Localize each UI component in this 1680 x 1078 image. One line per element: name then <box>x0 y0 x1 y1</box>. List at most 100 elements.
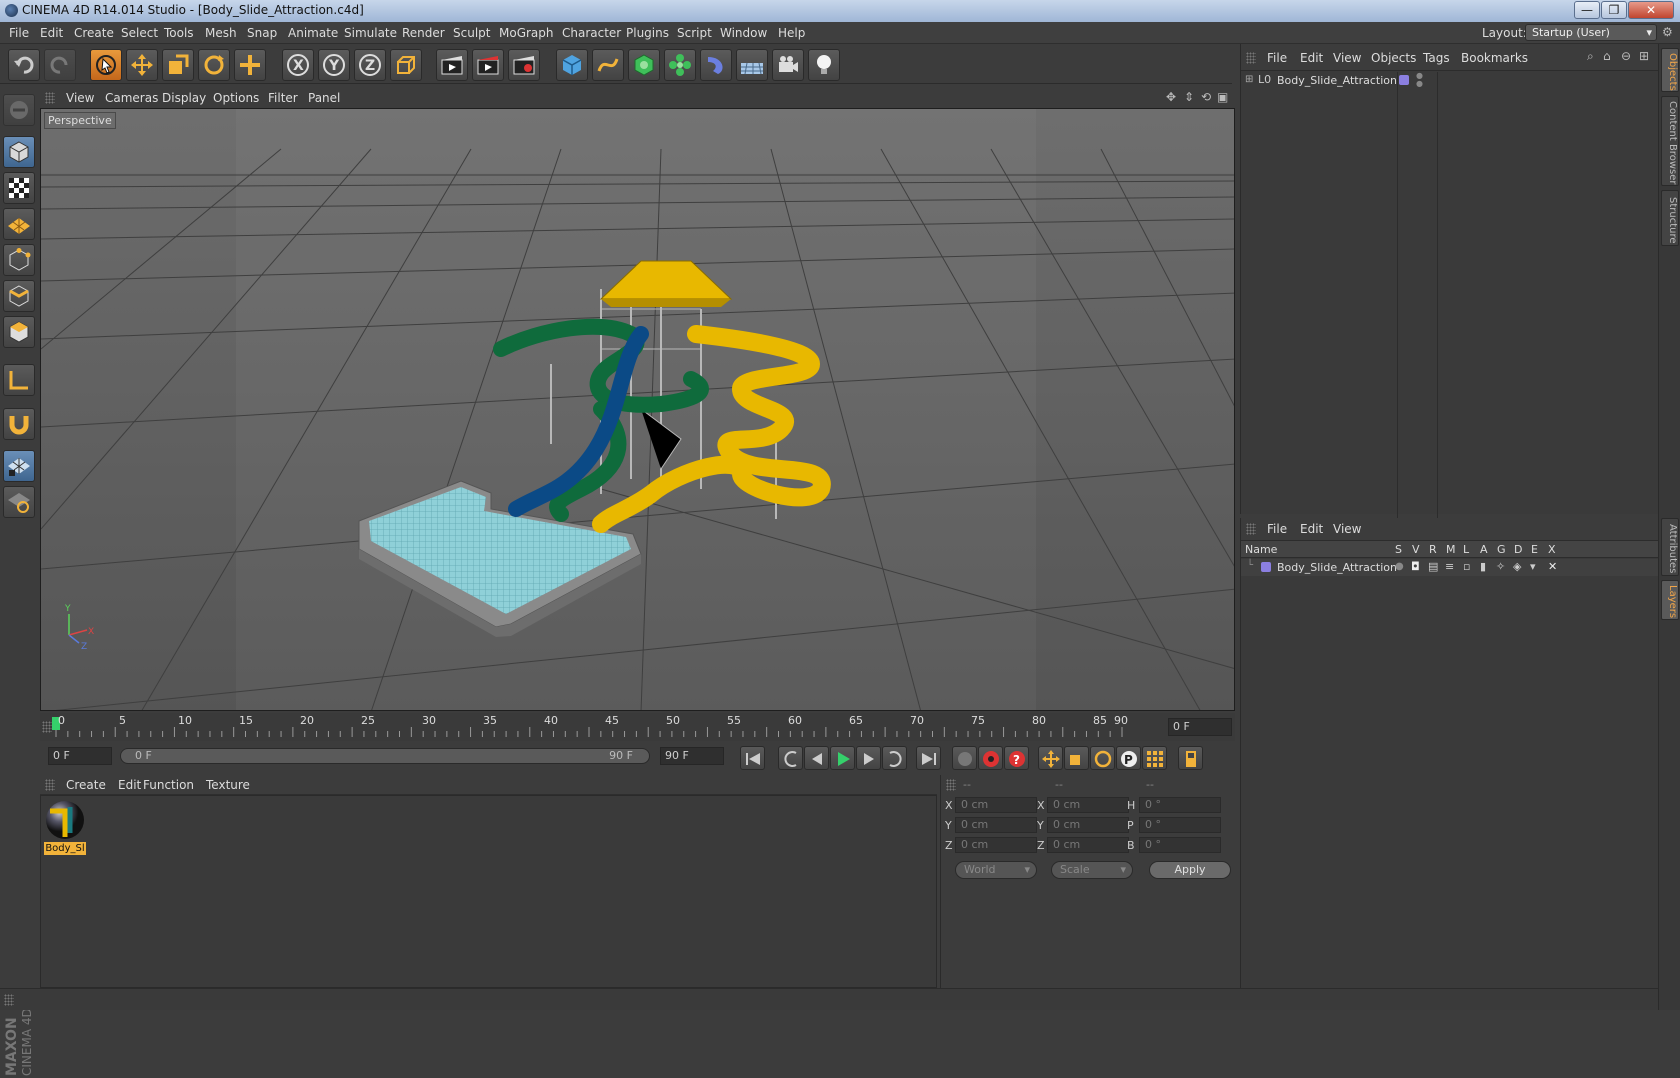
rot-b-field[interactable]: 0 ° <box>1139 837 1221 853</box>
make-editable-button[interactable] <box>3 94 35 126</box>
tab-objects[interactable]: Objects <box>1661 48 1679 92</box>
col-solo[interactable]: S <box>1395 543 1402 556</box>
timeline-window-button[interactable] <box>1178 746 1203 770</box>
col-name[interactable]: Name <box>1245 543 1277 556</box>
previous-frame-button[interactable] <box>804 746 829 770</box>
spline-pen-button[interactable] <box>592 49 624 81</box>
expression-toggle-icon[interactable]: ▾ <box>1530 560 1536 573</box>
col-expressions[interactable]: E <box>1531 543 1538 556</box>
next-frame-button[interactable] <box>856 746 881 770</box>
object-menu-view[interactable]: View <box>1333 51 1361 65</box>
object-menu-edit[interactable]: Edit <box>1300 51 1323 65</box>
material-item[interactable]: Body_Sl <box>44 799 86 857</box>
soft-selection-button[interactable] <box>3 486 35 518</box>
menu-file[interactable]: File <box>9 26 29 40</box>
col-render[interactable]: R <box>1429 543 1437 556</box>
menu-sculpt[interactable]: Sculpt <box>453 26 490 40</box>
scale-tool-button[interactable] <box>162 49 194 81</box>
layout-settings-icon[interactable]: ⚙ <box>1662 25 1673 39</box>
y-axis-lock-button[interactable]: Y <box>318 49 350 81</box>
render-settings-button[interactable] <box>508 49 540 81</box>
light-button[interactable] <box>808 49 840 81</box>
end-frame-field[interactable]: 90 F <box>660 747 724 765</box>
add-object-tool-button[interactable] <box>234 49 266 81</box>
rot-h-field[interactable]: 0 ° <box>1139 797 1221 813</box>
panel-grip-icon[interactable] <box>45 779 55 791</box>
layout-dropdown[interactable]: Startup (User) ▾ <box>1525 24 1657 41</box>
link-icon[interactable]: ⊖ <box>1621 49 1631 63</box>
panel-grip-icon[interactable] <box>1246 52 1256 64</box>
key-rotation-button[interactable] <box>1090 746 1115 770</box>
rot-p-field[interactable]: 0 ° <box>1139 817 1221 833</box>
generator-toggle-icon[interactable]: ✧ <box>1496 560 1505 573</box>
subdivision-surface-button[interactable] <box>628 49 660 81</box>
manager-toggle-icon[interactable]: ≡ <box>1445 560 1454 573</box>
floor-scene-button[interactable] <box>736 49 768 81</box>
material-menu-edit[interactable]: Edit <box>118 778 141 792</box>
material-menu-create[interactable]: Create <box>66 778 106 792</box>
viewport-menu-view[interactable]: View <box>66 91 94 105</box>
layer-row[interactable]: └ Body_Slide_Attraction ● ◘ ▤ ≡ ▫ ▮ ✧ ◈ … <box>1241 559 1659 576</box>
col-generators[interactable]: G <box>1497 543 1506 556</box>
tab-content-browser[interactable]: Content Browser <box>1661 96 1679 186</box>
new-window-icon[interactable]: ⊞ <box>1639 49 1649 63</box>
coordinate-system-button[interactable] <box>390 49 422 81</box>
rotate-tool-button[interactable] <box>198 49 230 81</box>
move-tool-button[interactable] <box>126 49 158 81</box>
animation-toggle-icon[interactable]: ▮ <box>1480 560 1486 573</box>
goto-next-key-button[interactable] <box>882 746 907 770</box>
col-view[interactable]: V <box>1412 543 1420 556</box>
object-menu-bookmarks[interactable]: Bookmarks <box>1461 51 1528 65</box>
object-row[interactable]: ⊞ L0 Body_Slide_Attraction ● ● <box>1241 72 1659 542</box>
edges-mode-button[interactable] <box>3 280 35 312</box>
camera-button[interactable] <box>772 49 804 81</box>
viewport-menu-options[interactable]: Options <box>213 91 259 105</box>
search-icon[interactable]: ⌕ <box>1587 49 1594 64</box>
visibility-dots-icon[interactable]: ● ● <box>1416 72 1423 88</box>
menu-window[interactable]: Window <box>720 26 767 40</box>
play-button[interactable] <box>830 746 855 770</box>
cloner-array-button[interactable] <box>664 49 696 81</box>
apply-button[interactable]: Apply <box>1149 861 1231 879</box>
col-locked[interactable]: L <box>1463 543 1469 556</box>
deformer-toggle-icon[interactable]: ◈ <box>1513 560 1521 573</box>
menu-help[interactable]: Help <box>778 26 805 40</box>
viewport-menu-cameras[interactable]: Cameras <box>105 91 158 105</box>
home-icon[interactable]: ⌂ <box>1603 49 1611 63</box>
record-keys-disabled-button[interactable] <box>952 746 977 770</box>
menu-snap[interactable]: Snap <box>247 26 277 40</box>
cube-object-button[interactable] <box>556 49 588 81</box>
solo-toggle-icon[interactable]: ● <box>1395 561 1404 572</box>
viewport-maximize-icon[interactable]: ▣ <box>1217 90 1228 104</box>
menu-edit[interactable]: Edit <box>40 26 63 40</box>
coordinate-mode-dropdown[interactable]: World ▾ <box>955 861 1037 879</box>
object-menu-file[interactable]: File <box>1267 51 1287 65</box>
frame-range-slider[interactable]: 0 F 90 F <box>120 748 650 764</box>
pos-y-field[interactable]: 0 cm <box>955 817 1037 833</box>
menu-mograph[interactable]: MoGraph <box>499 26 554 40</box>
keyframe-selection-button[interactable]: ? <box>1004 746 1029 770</box>
menu-simulate[interactable]: Simulate <box>344 26 397 40</box>
layer-color-swatch[interactable] <box>1399 75 1409 85</box>
viewport-zoom-icon[interactable]: ⇕ <box>1184 90 1194 104</box>
menu-animate[interactable]: Animate <box>288 26 338 40</box>
col-animation[interactable]: A <box>1480 543 1488 556</box>
menu-plugins[interactable]: Plugins <box>626 26 669 40</box>
minimize-button[interactable]: — <box>1574 1 1600 19</box>
maximize-button[interactable]: ❐ <box>1601 1 1627 19</box>
menu-select[interactable]: Select <box>121 26 158 40</box>
menu-script[interactable]: Script <box>677 26 712 40</box>
layer-menu-view[interactable]: View <box>1333 522 1361 536</box>
layer-color-swatch[interactable] <box>1261 562 1271 572</box>
menu-character[interactable]: Character <box>562 26 621 40</box>
render-view-button[interactable] <box>436 49 468 81</box>
viewport-menu-filter[interactable]: Filter <box>268 91 298 105</box>
undo-button[interactable] <box>8 49 40 81</box>
expand-icon[interactable]: ⊞ <box>1245 74 1253 85</box>
tab-layers[interactable]: Layers <box>1661 580 1679 620</box>
key-position-button[interactable] <box>1038 746 1063 770</box>
size-y-field[interactable]: 0 cm <box>1047 817 1129 833</box>
layer-menu-edit[interactable]: Edit <box>1300 522 1323 536</box>
timeline-ruler[interactable]: 0 5 10 15 20 25 30 35 40 45 50 55 60 65 … <box>40 713 1235 741</box>
current-frame-field[interactable]: 0 F <box>1168 718 1232 736</box>
